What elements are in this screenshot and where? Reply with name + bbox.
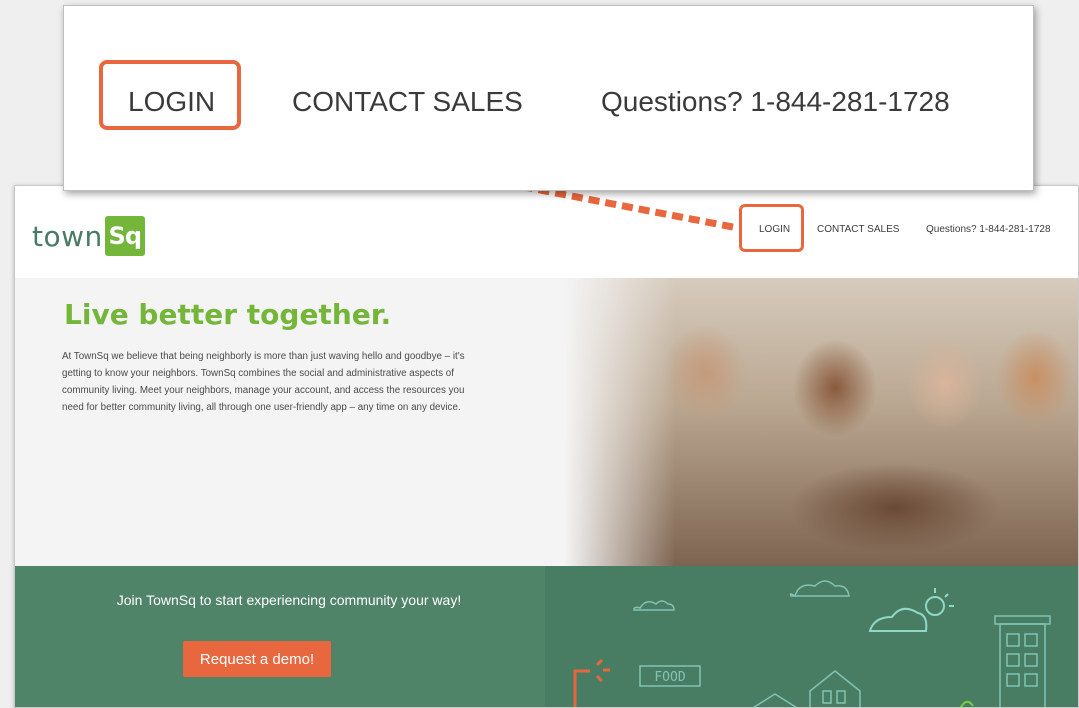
- zoom-contact-sales-link[interactable]: CONTACT SALES: [292, 86, 523, 118]
- streetlamp-icon: [573, 658, 610, 707]
- town-illustration: FOOD: [545, 566, 1078, 707]
- town-illustration-svg: FOOD: [573, 580, 1051, 707]
- site-header: town Sq LOGIN CONTACT SALES Questions? 1…: [15, 186, 1078, 278]
- building-icon: [994, 615, 1051, 707]
- login-highlight-large: [99, 60, 241, 130]
- hero-section: Live better together. At TownSq we belie…: [15, 278, 1078, 566]
- logo-badge: Sq: [104, 216, 145, 256]
- zoom-phone-number[interactable]: Questions? 1-844-281-1728: [601, 86, 950, 118]
- login-highlight-small: [739, 204, 804, 252]
- nav-contact-sales-link[interactable]: CONTACT SALES: [817, 224, 899, 235]
- website-screenshot: town Sq LOGIN CONTACT SALES Questions? 1…: [14, 185, 1079, 708]
- cloud-icon: [789, 580, 850, 598]
- cta-band: Join TownSq to start experiencing commun…: [15, 566, 545, 707]
- hero-title: Live better together.: [64, 298, 392, 331]
- hero-description: At TownSq we believe that being neighbor…: [62, 351, 465, 413]
- request-demo-button[interactable]: Request a demo!: [183, 641, 331, 677]
- sun-cloud-icon: [868, 588, 954, 632]
- cloud-icon: [633, 600, 675, 611]
- cta-text: Join TownSq to start experiencing commun…: [116, 592, 462, 608]
- nav-phone-number[interactable]: Questions? 1-844-281-1728: [926, 224, 1051, 235]
- townsq-logo[interactable]: town Sq: [32, 216, 145, 256]
- hero-photo-friends: [565, 278, 1078, 566]
- tree-icon: [959, 700, 974, 707]
- house-icon: [752, 670, 861, 707]
- logo-wordmark: town: [32, 219, 103, 253]
- food-sign-label: FOOD: [654, 670, 685, 685]
- food-sign-icon: FOOD: [639, 665, 701, 687]
